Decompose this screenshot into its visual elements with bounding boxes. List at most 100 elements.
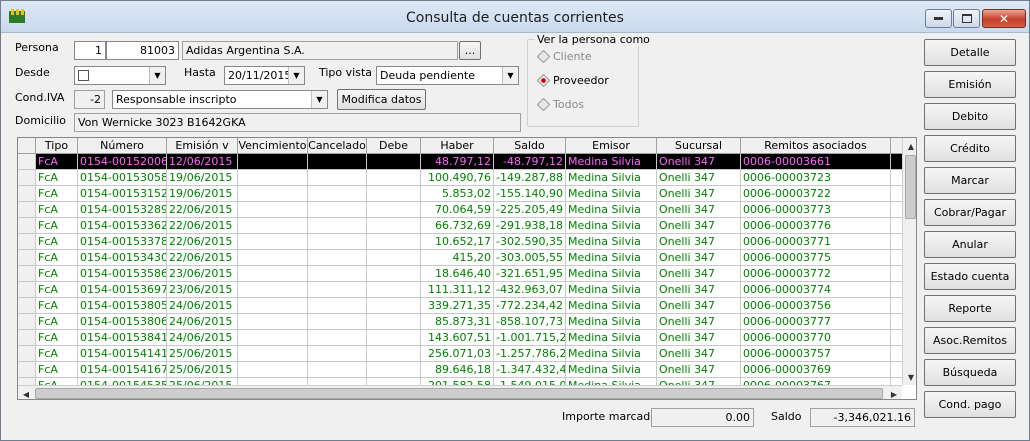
- column-header[interactable]: Vencimiento: [238, 138, 308, 153]
- diamond-radio-selected-icon: [537, 74, 550, 87]
- browse-persona-button[interactable]: ...: [459, 41, 481, 60]
- hasta-date-picker[interactable]: 20/11/2015 ▼: [224, 66, 305, 85]
- table-row[interactable]: FcA 0154-00153362 22/06/2015 66.732,69 -291.…: [18, 218, 902, 234]
- table-cell: [308, 234, 367, 249]
- table-row[interactable]: FcA 0154-00153841 24/06/2015 143.607,51 -1.0…: [18, 330, 902, 346]
- marcar-button[interactable]: Marcar: [924, 167, 1016, 194]
- table-row[interactable]: FcA 0154-00152006 12/06/2015 48.797,12 -48.7…: [18, 154, 902, 170]
- radio-proveedor[interactable]: Proveedor: [537, 74, 609, 87]
- column-header[interactable]: Haber: [421, 138, 494, 153]
- row-selector[interactable]: [18, 154, 36, 169]
- column-header[interactable]: Número: [78, 138, 167, 153]
- row-selector[interactable]: [18, 186, 36, 201]
- table-row[interactable]: FcA 0154-00153378 22/06/2015 10.652,17 -302.…: [18, 234, 902, 250]
- row-selector[interactable]: [18, 266, 36, 281]
- estado-cuenta-button[interactable]: Estado cuenta: [924, 263, 1016, 290]
- table-cell: 0006-00003756: [741, 298, 891, 313]
- row-selector[interactable]: [18, 346, 36, 361]
- table-cell: [238, 250, 308, 265]
- table-row[interactable]: FcA 0154-00153806 24/06/2015 85.873,31 -858.…: [18, 314, 902, 330]
- vertical-scrollbar[interactable]: ▲ ▼: [902, 138, 916, 385]
- detalle-button[interactable]: Detalle: [924, 39, 1016, 66]
- vertical-scroll-thumb[interactable]: [905, 155, 916, 219]
- credito-button[interactable]: Crédito: [924, 135, 1016, 162]
- row-selector[interactable]: [18, 170, 36, 185]
- table-row[interactable]: FcA 0154-00153058 19/06/2015 100.490,76 -149…: [18, 170, 902, 186]
- table-row[interactable]: FcA 0154-00154141 25/06/2015 256.071,03 -1.2…: [18, 346, 902, 362]
- table-cell: Medina Silvia: [566, 250, 657, 265]
- chevron-down-icon[interactable]: ▼: [288, 67, 304, 84]
- radio-cliente[interactable]: Cliente: [537, 50, 592, 63]
- tipo-vista-select[interactable]: Deuda pendiente ▼: [376, 66, 519, 85]
- cobrar-pagar-button[interactable]: Cobrar/Pagar: [924, 199, 1016, 226]
- cond-iva-select[interactable]: Responsable inscripto ▼: [112, 90, 328, 109]
- cond-pago-button[interactable]: Cond. pago: [924, 391, 1016, 418]
- table-row[interactable]: FcA 0154-00153805 24/06/2015 339.271,35 -772…: [18, 298, 902, 314]
- table-cell: Onelli 347: [657, 346, 741, 361]
- close-button[interactable]: ✕: [982, 9, 1026, 28]
- table-cell: 0154-00153289: [80, 202, 167, 217]
- table-cell: [238, 154, 308, 169]
- column-header[interactable]: Tipo: [36, 138, 78, 153]
- row-selector[interactable]: [18, 202, 36, 217]
- cuentas-grid[interactable]: Tipo Número Emisión v Vencimiento Cancel…: [17, 137, 917, 400]
- column-header[interactable]: Emisión v: [167, 138, 238, 153]
- column-header[interactable]: Saldo: [494, 138, 566, 153]
- desde-date-picker[interactable]: ▼: [74, 66, 166, 85]
- anular-button[interactable]: Anular: [924, 231, 1016, 258]
- table-cell: 0154-00154141: [80, 346, 167, 361]
- maximize-button[interactable]: [953, 9, 980, 28]
- emision-button[interactable]: Emisión: [924, 71, 1016, 98]
- table-cell: [308, 282, 367, 297]
- chevron-down-icon[interactable]: ▼: [311, 91, 327, 108]
- table-cell: Onelli 347: [657, 250, 741, 265]
- minimize-button[interactable]: [925, 9, 952, 28]
- column-header[interactable]: Cancelado: [308, 138, 367, 153]
- busqueda-button[interactable]: Búsqueda: [924, 359, 1016, 386]
- row-selector[interactable]: [18, 314, 36, 329]
- chevron-down-icon[interactable]: ▼: [149, 67, 165, 84]
- row-selector[interactable]: [18, 282, 36, 297]
- scroll-left-icon[interactable]: ◀: [18, 386, 34, 399]
- minimize-icon: [934, 17, 943, 20]
- row-selector[interactable]: [18, 362, 36, 377]
- column-header[interactable]: Sucursal: [657, 138, 741, 153]
- row-selector[interactable]: [18, 250, 36, 265]
- row-selector[interactable]: [18, 218, 36, 233]
- scroll-right-icon[interactable]: ▶: [886, 386, 902, 399]
- table-cell: [367, 170, 421, 185]
- table-row[interactable]: FcA 0154-00153289 22/06/2015 70.064,59 -225.…: [18, 202, 902, 218]
- scroll-down-icon[interactable]: ▼: [903, 369, 916, 385]
- table-cell: [367, 202, 421, 217]
- table-cell: [367, 330, 421, 345]
- desde-checkbox[interactable]: [78, 70, 89, 81]
- column-header[interactable]: Remitos asociados: [741, 138, 891, 153]
- chevron-down-icon[interactable]: ▼: [502, 67, 518, 84]
- row-selector[interactable]: [18, 234, 36, 249]
- window-title: Consulta de cuentas corrientes: [406, 10, 624, 26]
- column-header[interactable]: Emisor: [566, 138, 657, 153]
- scroll-up-icon[interactable]: ▲: [903, 138, 916, 154]
- row-selector[interactable]: [18, 298, 36, 313]
- table-cell: 0006-00003722: [741, 186, 891, 201]
- persona-tipo-field[interactable]: 1: [74, 41, 106, 60]
- asoc-remitos-button[interactable]: Asoc.Remitos: [924, 327, 1016, 354]
- debito-button[interactable]: Debito: [924, 103, 1016, 130]
- reporte-button[interactable]: Reporte: [924, 295, 1016, 322]
- table-row[interactable]: FcA 0154-00153697 23/06/2015 111.311,12 -432…: [18, 282, 902, 298]
- table-cell: Onelli 347: [657, 282, 741, 297]
- horizontal-scroll-thumb[interactable]: [35, 388, 883, 399]
- persona-codigo-field[interactable]: 81003: [106, 41, 179, 60]
- table-row[interactable]: FcA 0154-00153430 22/06/2015 415,20 -303.005…: [18, 250, 902, 266]
- modifica-datos-button[interactable]: Modifica datos: [337, 89, 426, 110]
- row-selector[interactable]: [18, 330, 36, 345]
- radio-todos[interactable]: Todos: [537, 98, 584, 111]
- table-cell: 0154-00153841: [80, 330, 167, 345]
- table-row[interactable]: FcA 0154-00153152 19/06/2015 5.853,02 -155.1…: [18, 186, 902, 202]
- table-cell: Medina Silvia: [566, 170, 657, 185]
- table-row[interactable]: FcA 0154-00154167 25/06/2015 89.646,18 -1.34…: [18, 362, 902, 378]
- column-header[interactable]: Debe: [367, 138, 421, 153]
- table-row[interactable]: FcA 0154-00153586 23/06/2015 18.646,40 -321.…: [18, 266, 902, 282]
- table-cell: Medina Silvia: [566, 330, 657, 345]
- horizontal-scrollbar[interactable]: ◀ ▶: [18, 385, 902, 399]
